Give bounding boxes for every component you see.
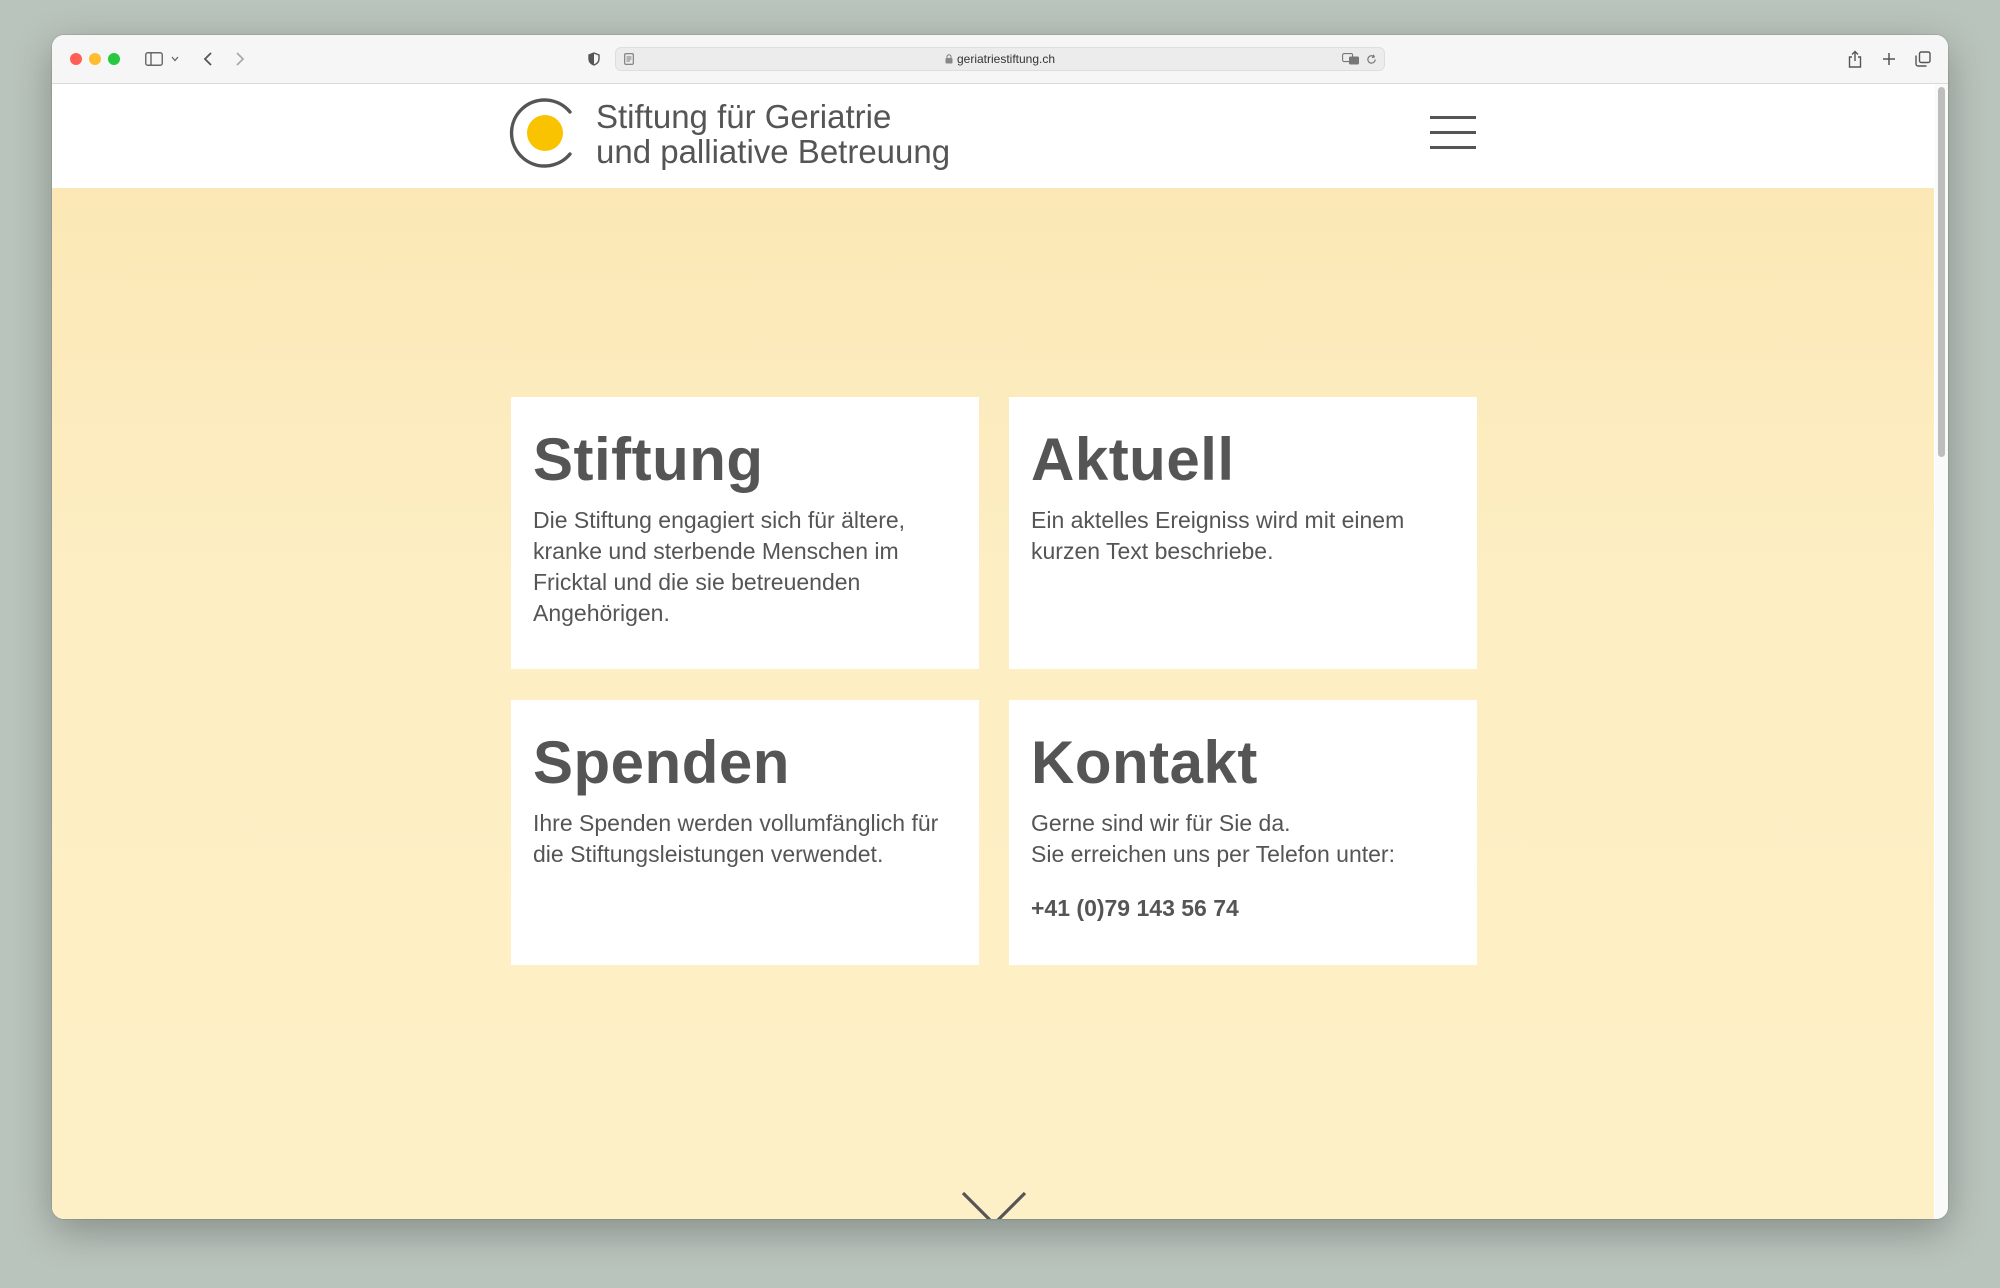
reload-icon[interactable] [1362, 48, 1380, 70]
page-scrollbar[interactable] [1935, 84, 1948, 1219]
url-text: geriatriestiftung.ch [956, 52, 1056, 66]
scroll-down-chevron-icon[interactable] [961, 1190, 1027, 1219]
shield-icon[interactable] [584, 47, 604, 71]
brand-line-1: Stiftung für Geriatrie [596, 98, 892, 135]
card-text: Ihre Spenden werden vollumfänglich für d… [533, 810, 939, 867]
card-aktuell[interactable]: Aktuell Ein aktelles Ereigniss wird mit … [1009, 397, 1477, 669]
card-text: Ein aktelles Ereigniss wird mit einem ku… [1031, 507, 1405, 564]
back-icon[interactable] [198, 47, 218, 71]
browser-toolbar: geriatriestiftung.ch [52, 35, 1948, 84]
hero-section: Stiftung Die Stiftung engagiert sich für… [52, 188, 1934, 1219]
brand-line-2: und palliative Betreuung [596, 133, 951, 170]
url-field[interactable]: geriatriestiftung.ch [616, 48, 1384, 70]
card-stiftung[interactable]: Stiftung Die Stiftung engagiert sich für… [511, 397, 979, 669]
card-text-line-2: Sie erreichen uns per Telefon unter: [1031, 841, 1395, 867]
share-icon[interactable] [1844, 47, 1866, 71]
zoom-window-button[interactable] [108, 53, 120, 65]
foundation-logo[interactable] [508, 96, 582, 170]
close-window-button[interactable] [70, 53, 82, 65]
browser-window: geriatriestiftung.ch Stiftung für Geriat… [52, 35, 1948, 1219]
phone-number[interactable]: +41 (0)79 143 56 74 [1031, 893, 1455, 924]
translate-icon[interactable] [1340, 48, 1362, 70]
brand-name[interactable]: Stiftung für Geriatrie und palliative Be… [596, 99, 950, 169]
address-bar[interactable]: geriatriestiftung.ch [615, 47, 1385, 71]
minimize-window-button[interactable] [89, 53, 101, 65]
card-spenden[interactable]: Spenden Ihre Spenden werden vollumfängli… [511, 700, 979, 965]
card-title: Stiftung [533, 426, 764, 493]
card-title: Aktuell [1031, 426, 1235, 493]
hamburger-menu-icon[interactable] [1430, 116, 1476, 150]
lock-icon [945, 49, 953, 71]
card-title: Spenden [533, 729, 790, 796]
card-text: Die Stiftung engagiert sich für ältere, … [533, 507, 906, 626]
tabs-overview-icon[interactable] [1912, 47, 1934, 71]
chevron-down-icon[interactable] [168, 47, 182, 71]
sidebar-icon[interactable] [142, 47, 166, 71]
website: Stiftung für Geriatrie und palliative Be… [52, 84, 1934, 1219]
site-header: Stiftung für Geriatrie und palliative Be… [52, 84, 1934, 188]
new-tab-icon[interactable] [1878, 47, 1900, 71]
forward-icon[interactable] [230, 47, 250, 71]
card-title: Kontakt [1031, 729, 1258, 796]
card-text-line-1: Gerne sind wir für Sie da. [1031, 810, 1291, 836]
scrollbar-thumb[interactable] [1938, 87, 1945, 457]
card-kontakt[interactable]: Kontakt Gerne sind wir für Sie da. Sie e… [1009, 700, 1477, 965]
